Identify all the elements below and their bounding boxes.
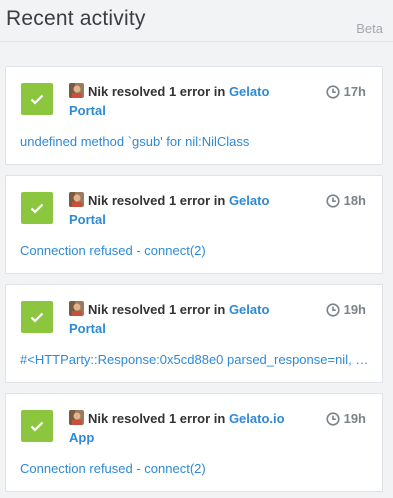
- activity-headline: Nik resolved 1 error in Gelato Portal: [69, 191, 309, 229]
- activity-card[interactable]: Nik resolved 1 error in Gelato.io App 19…: [5, 393, 383, 492]
- time-label: 19h: [343, 302, 366, 317]
- clock-icon: [325, 411, 340, 426]
- time-label: 17h: [343, 84, 366, 99]
- check-icon: [21, 192, 53, 224]
- activity-time: 18h: [325, 191, 366, 210]
- user-name: Nik: [88, 411, 109, 426]
- activity-time: 17h: [325, 82, 366, 101]
- activity-time: 19h: [325, 300, 366, 319]
- panel-title: Recent activity: [6, 7, 146, 30]
- error-message-link[interactable]: Connection refused - connect(2): [20, 461, 372, 476]
- error-message-link[interactable]: Connection refused - connect(2): [20, 243, 372, 258]
- activity-action: resolved 1 error in: [111, 193, 226, 208]
- user-name: Nik: [88, 302, 109, 317]
- error-message-link[interactable]: #<HTTParty::Response:0x5cd88e0 parsed_re…: [20, 352, 372, 367]
- check-icon: [21, 301, 53, 333]
- error-message-link[interactable]: undefined method `gsub' for nil:NilClass: [20, 134, 372, 149]
- clock-icon: [325, 302, 340, 317]
- user-name: Nik: [88, 193, 109, 208]
- clock-icon: [325, 84, 340, 99]
- check-icon: [21, 83, 53, 115]
- activity-action: resolved 1 error in: [111, 411, 226, 426]
- time-label: 19h: [343, 411, 366, 426]
- activity-card[interactable]: Nik resolved 1 error in Gelato Portal 17…: [5, 66, 383, 165]
- check-icon: [21, 410, 53, 442]
- activity-card[interactable]: Nik resolved 1 error in Gelato Portal 19…: [5, 284, 383, 383]
- clock-icon: [325, 193, 340, 208]
- activity-action: resolved 1 error in: [111, 302, 226, 317]
- time-label: 18h: [343, 193, 366, 208]
- activity-card[interactable]: Nik resolved 1 error in Gelato Portal 18…: [5, 175, 383, 274]
- activity-headline: Nik resolved 1 error in Gelato Portal: [69, 82, 309, 120]
- activity-headline: Nik resolved 1 error in Gelato Portal: [69, 300, 309, 338]
- activity-headline: Nik resolved 1 error in Gelato.io App: [69, 409, 309, 447]
- activity-time: 19h: [325, 409, 366, 428]
- panel-header: Recent activity Beta: [0, 0, 393, 42]
- beta-badge: Beta: [356, 21, 383, 36]
- user-name: Nik: [88, 84, 109, 99]
- activity-action: resolved 1 error in: [111, 84, 226, 99]
